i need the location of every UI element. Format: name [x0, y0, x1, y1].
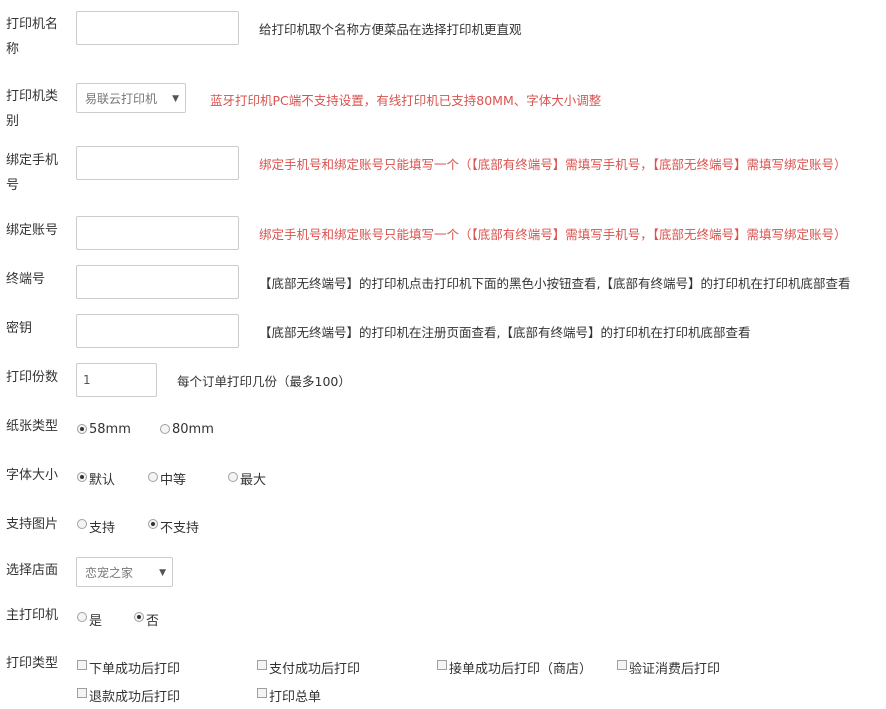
caret-down-icon: ▼ [159, 568, 166, 578]
printer-type-help: 蓝牙打印机PC端不支持设置，有线打印机已支持80MM、字体大小调整 [210, 93, 602, 108]
printer-name-label: 打印机名 称 [6, 12, 68, 62]
bind-phone-input[interactable] [76, 146, 239, 180]
store-selected: 恋宠之家 [85, 566, 134, 580]
key-help: 【底部无终端号】的打印机在注册页面查看,【底部有终端号】的打印机在打印机底部查看 [259, 325, 751, 340]
font-medium-label: 中等 [160, 473, 187, 488]
copies-input[interactable] [76, 363, 157, 397]
paper-80mm-radio[interactable] [160, 424, 170, 434]
image-no-radio[interactable] [148, 519, 158, 529]
font-max-label: 最大 [240, 473, 267, 488]
bind-account-input[interactable] [76, 216, 239, 250]
image-yes-radio[interactable] [77, 519, 87, 529]
printer-type-select[interactable]: 易联云打印机 ▼ [76, 83, 186, 113]
main-yes-label: 是 [89, 614, 103, 629]
paper-58mm-label: 58mm [89, 422, 131, 437]
caret-down-icon: ▼ [172, 94, 179, 104]
main-printer-label: 主打印机 [6, 608, 59, 623]
key-label: 密钥 [6, 321, 33, 336]
bind-phone-help: 绑定手机号和绑定账号只能填写一个（【底部有终端号】需填写手机号，【底部无终端号】… [259, 157, 847, 172]
font-default-label: 默认 [89, 473, 116, 488]
bind-phone-label-line1: 绑定手机 [6, 153, 59, 168]
printer-name-label-line1: 打印机名 [6, 17, 59, 32]
font-max-radio[interactable] [228, 472, 238, 482]
font-default-radio[interactable] [77, 472, 87, 482]
bind-account-label: 绑定账号 [6, 223, 59, 238]
image-support-label: 支持图片 [6, 517, 59, 532]
terminal-label: 终端号 [6, 272, 46, 287]
store-label: 选择店面 [6, 563, 59, 578]
print-on-pay-checkbox[interactable] [257, 660, 267, 670]
store-select[interactable]: 恋宠之家 ▼ [76, 557, 173, 587]
print-on-order-label: 下单成功后打印 [89, 662, 181, 677]
paper-80mm-label: 80mm [172, 422, 214, 437]
print-on-verify-checkbox[interactable] [617, 660, 627, 670]
print-on-pay-label: 支付成功后打印 [269, 662, 361, 677]
copies-label: 打印份数 [6, 370, 59, 385]
font-medium-radio[interactable] [148, 472, 158, 482]
print-on-refund-checkbox[interactable] [77, 688, 87, 698]
main-no-label: 否 [146, 614, 160, 629]
paper-58mm-radio[interactable] [77, 424, 87, 434]
print-summary-label: 打印总单 [269, 690, 322, 705]
printer-name-label-line2: 称 [6, 42, 20, 57]
image-yes-label: 支持 [89, 521, 116, 536]
printer-name-input[interactable] [76, 11, 239, 45]
paper-label: 纸张类型 [6, 419, 59, 434]
printer-type-label-line1: 打印机类 [6, 89, 59, 104]
bind-account-help: 绑定手机号和绑定账号只能填写一个（【底部有终端号】需填写手机号，【底部无终端号】… [259, 227, 847, 242]
image-no-label: 不支持 [160, 521, 200, 536]
print-summary-checkbox[interactable] [257, 688, 267, 698]
font-size-label: 字体大小 [6, 468, 59, 483]
print-type-label: 打印类型 [6, 656, 59, 671]
terminal-input[interactable] [76, 265, 239, 299]
copies-help: 每个订单打印几份（最多100） [177, 374, 351, 389]
main-yes-radio[interactable] [77, 612, 87, 622]
print-on-refund-label: 退款成功后打印 [89, 690, 181, 705]
print-on-verify-label: 验证消费后打印 [629, 662, 721, 677]
printer-type-label-line2: 别 [6, 114, 20, 129]
print-on-order-checkbox[interactable] [77, 660, 87, 670]
printer-type-label: 打印机类 别 [6, 84, 68, 134]
bind-phone-label-line2: 号 [6, 178, 20, 193]
printer-type-selected: 易联云打印机 [85, 92, 158, 106]
bind-phone-label: 绑定手机 号 [6, 148, 68, 198]
printer-name-help: 给打印机取个名称方便菜品在选择打印机更直观 [259, 22, 522, 37]
print-on-accept-checkbox[interactable] [437, 660, 447, 670]
key-input[interactable] [76, 314, 239, 348]
main-no-radio[interactable] [134, 612, 144, 622]
print-on-accept-label: 接单成功后打印（商店） [449, 662, 593, 677]
terminal-help: 【底部无终端号】的打印机点击打印机下面的黑色小按钮查看,【底部有终端号】的打印机… [259, 276, 851, 291]
